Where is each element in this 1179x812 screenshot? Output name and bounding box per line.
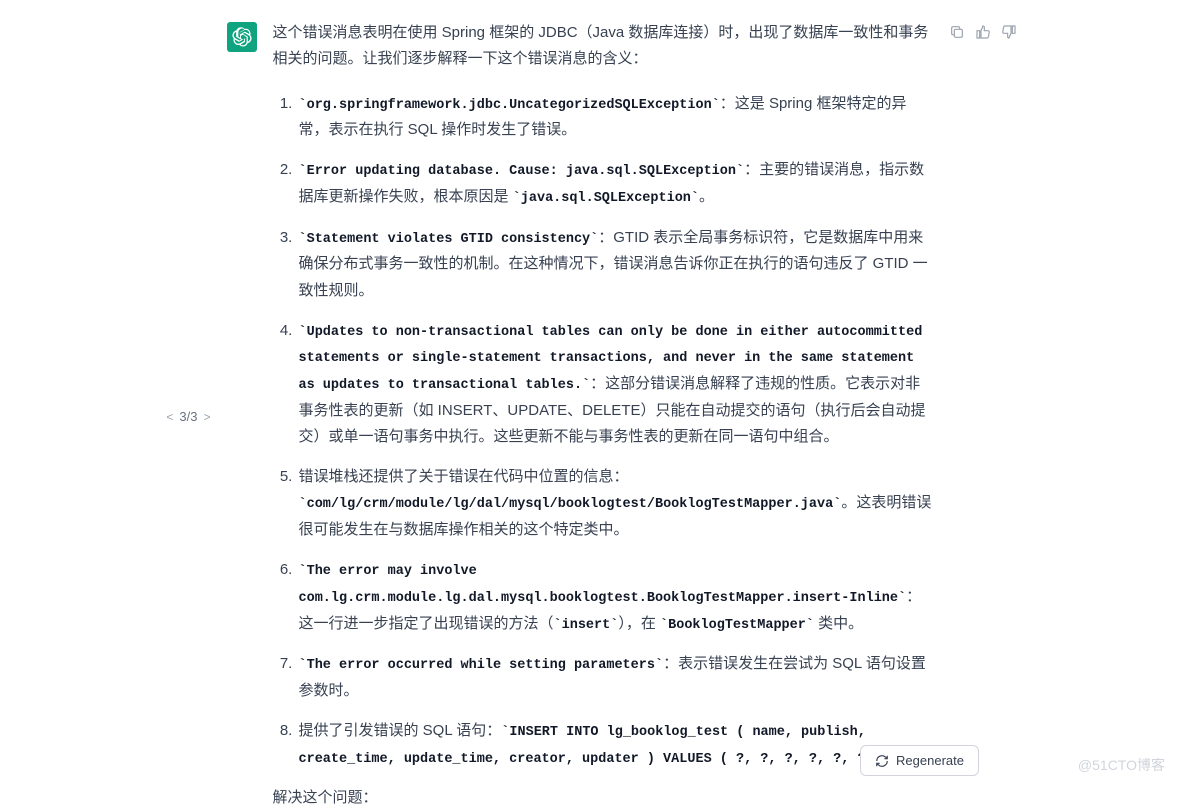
regenerate-label: Regenerate xyxy=(896,753,964,768)
next-button[interactable]: > xyxy=(203,407,210,428)
closing-text: 解决这个问题： xyxy=(273,785,933,811)
list-item: `The error occurred while setting parame… xyxy=(297,651,933,704)
code-snippet: `java.sql.SQLException` xyxy=(513,191,699,206)
intro-text: 这个错误消息表明在使用 Spring 框架的 JDBC（Java 数据库连接）时… xyxy=(273,20,933,73)
list-item: `Error updating database. Cause: java.sq… xyxy=(297,157,933,210)
code-snippet: `com/lg/crm/module/lg/dal/mysql/booklogt… xyxy=(299,497,842,512)
list-item: 提供了引发错误的 SQL 语句：`INSERT INTO lg_booklog_… xyxy=(297,718,933,771)
assistant-avatar xyxy=(227,22,257,52)
code-snippet: `org.springframework.jdbc.UncategorizedS… xyxy=(299,98,720,113)
code-snippet: `Statement violates GTID consistency` xyxy=(299,232,599,247)
list-item: `The error may involve com.lg.crm.module… xyxy=(297,557,933,637)
code-snippet: `Error updating database. Cause: java.sq… xyxy=(299,164,745,179)
explanation-list: `org.springframework.jdbc.UncategorizedS… xyxy=(273,91,933,772)
list-item: `Statement violates GTID consistency`：GT… xyxy=(297,225,933,304)
list-item: `org.springframework.jdbc.UncategorizedS… xyxy=(297,91,933,144)
list-item: 错误堆栈还提供了关于错误在代码中位置的信息： `com/lg/crm/modul… xyxy=(297,464,933,543)
code-snippet: `insert` xyxy=(554,618,619,633)
code-snippet: `The error may involve com.lg.crm.module… xyxy=(299,564,907,606)
openai-logo-icon xyxy=(232,27,252,47)
prev-button[interactable]: < xyxy=(166,407,173,428)
watermark: @51CTO博客 xyxy=(1078,753,1165,778)
page-counter: 3/3 xyxy=(179,406,197,429)
response-pager: < 3/3 > xyxy=(166,24,210,812)
message-actions xyxy=(949,20,1039,812)
regenerate-button[interactable]: Regenerate xyxy=(860,745,979,776)
thumbs-down-icon[interactable] xyxy=(1001,24,1017,40)
assistant-message: 这个错误消息表明在使用 Spring 框架的 JDBC（Java 数据库连接）时… xyxy=(273,20,933,812)
copy-icon[interactable] xyxy=(949,24,965,40)
list-item: `Updates to non-transactional tables can… xyxy=(297,318,933,450)
thumbs-up-icon[interactable] xyxy=(975,24,991,40)
refresh-icon xyxy=(875,754,889,768)
code-snippet: `The error occurred while setting parame… xyxy=(299,658,664,673)
code-snippet: `BooklogTestMapper` xyxy=(660,618,814,633)
